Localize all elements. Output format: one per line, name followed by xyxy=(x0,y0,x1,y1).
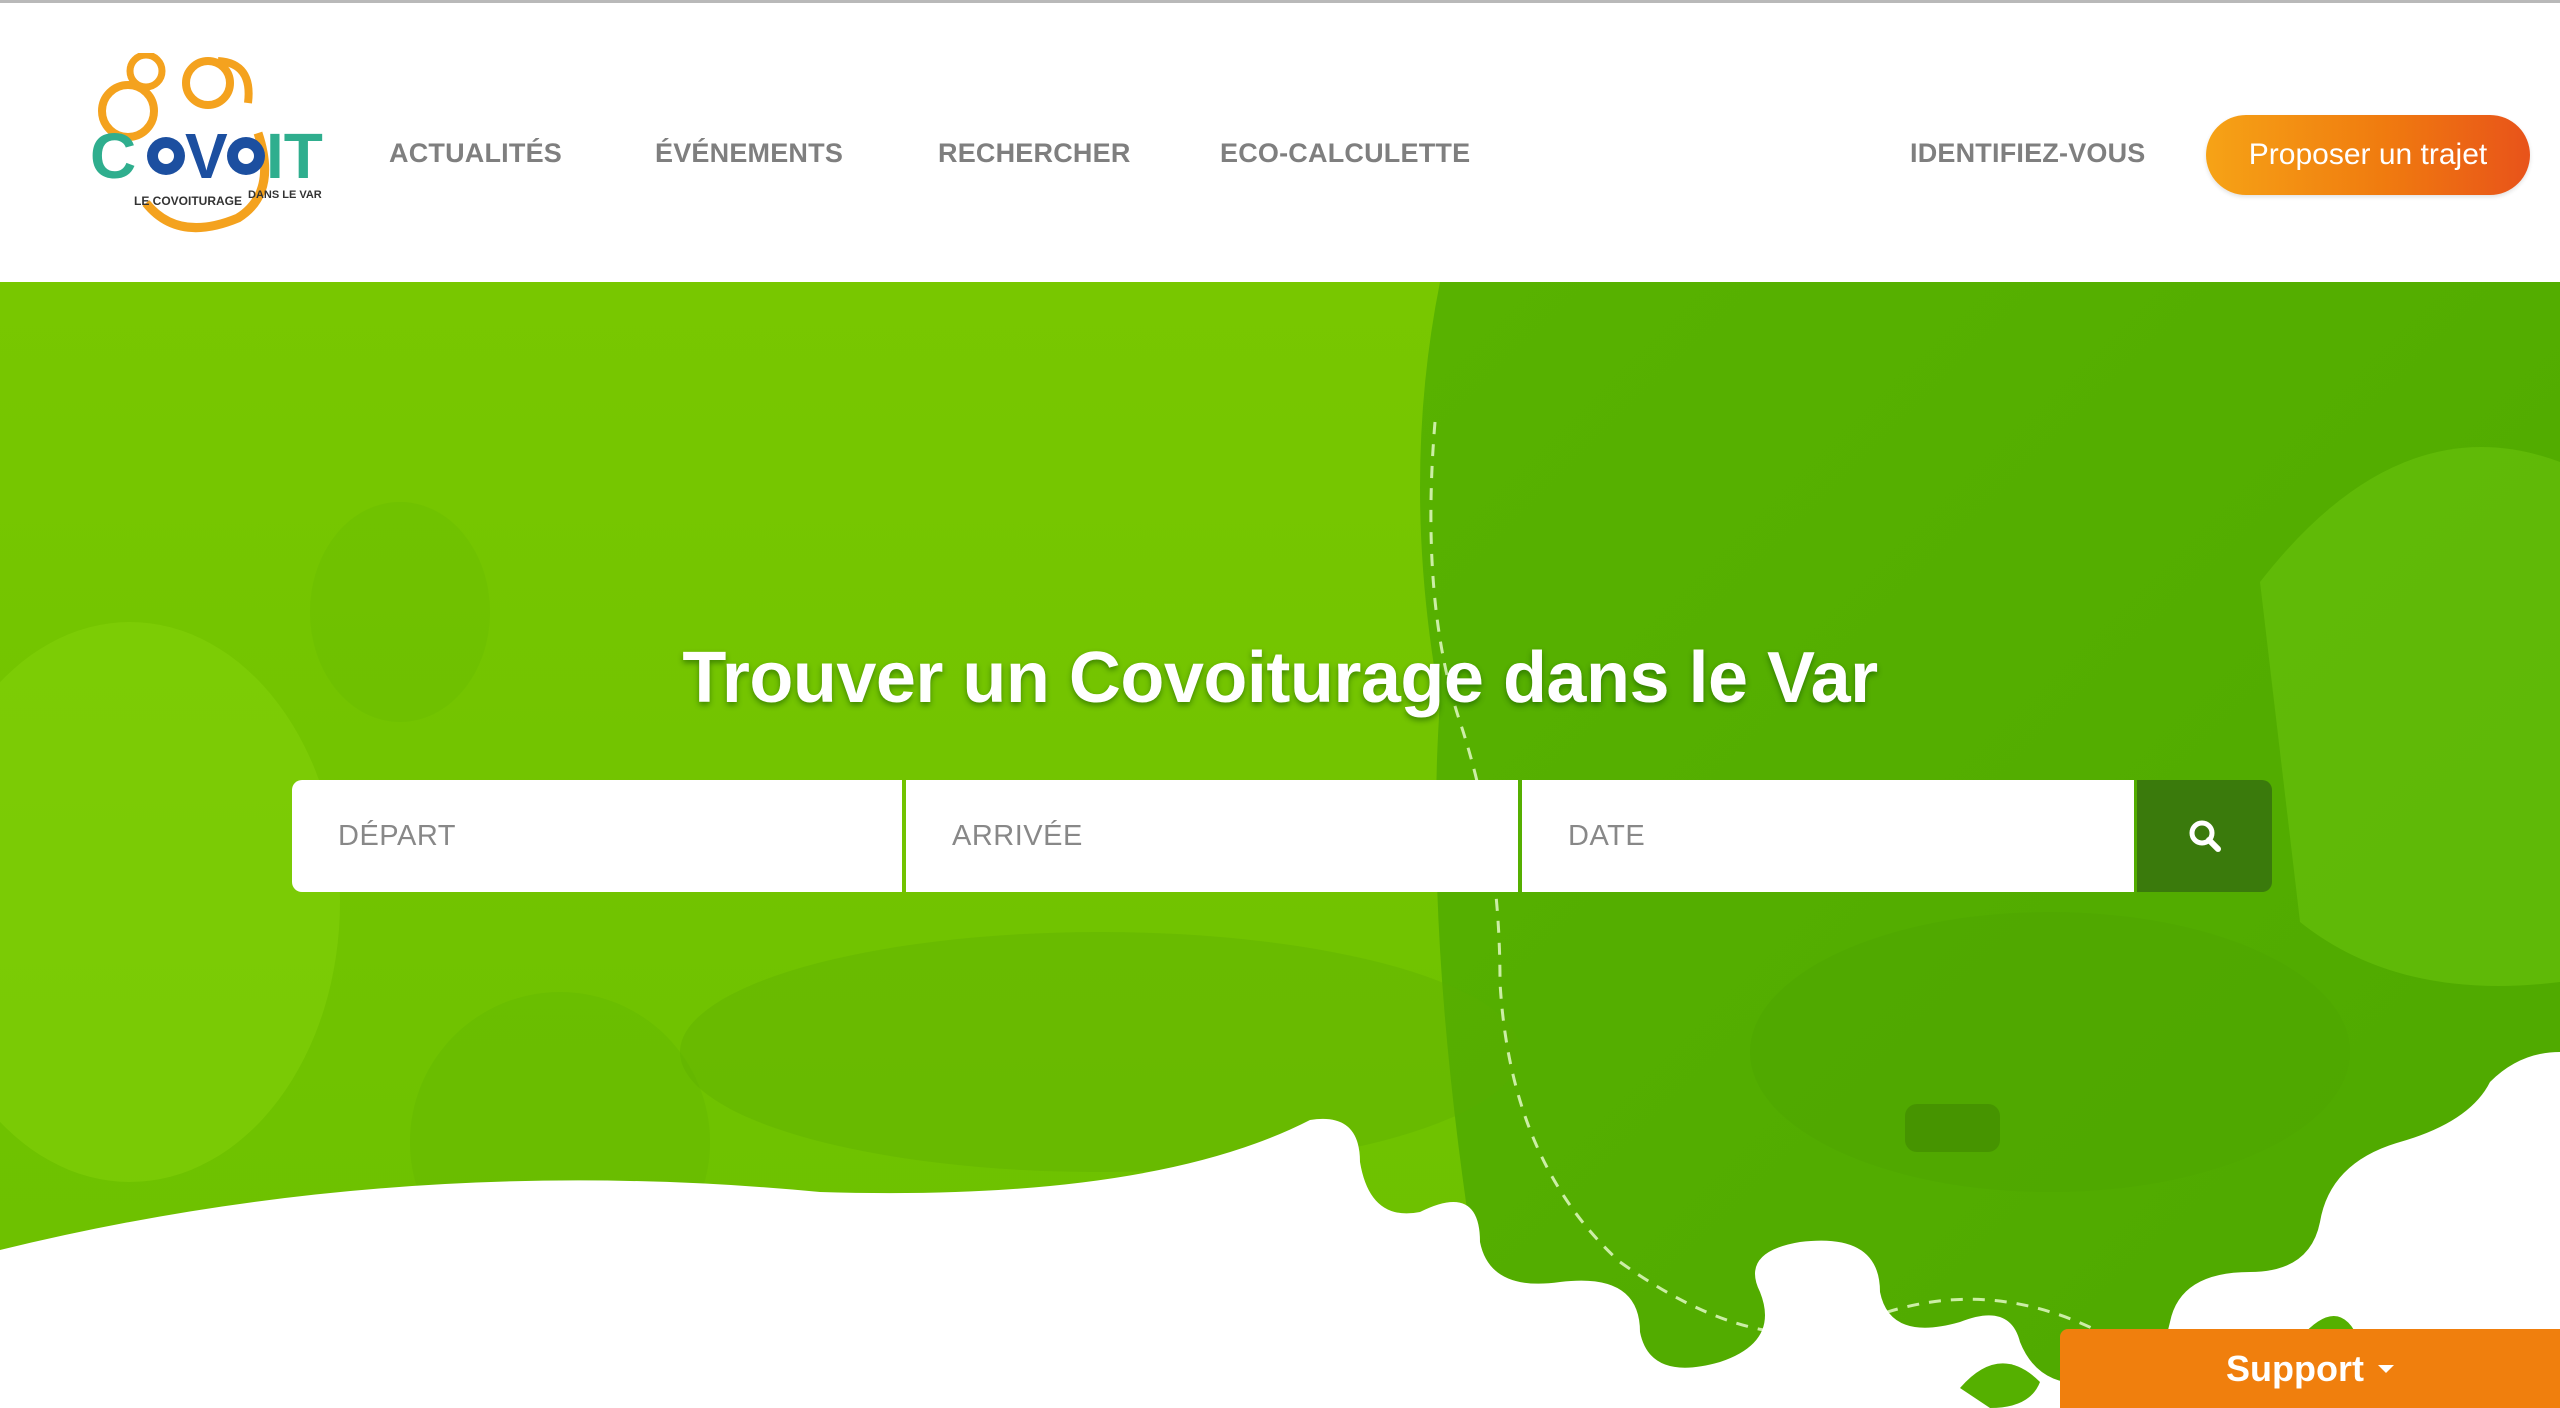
chevron-down-icon xyxy=(2377,1364,2394,1373)
nav-evenements[interactable]: ÉVÉNEMENTS xyxy=(655,138,843,169)
hero-banner: Trouver un Covoiturage dans le Var DÉPAR… xyxy=(0,282,2560,1408)
svg-text:DANS LE VAR: DANS LE VAR xyxy=(248,189,322,201)
search-icon xyxy=(2189,820,2221,852)
date-input[interactable]: DATE xyxy=(1522,780,2134,892)
nav-actualites[interactable]: ACTUALITÉS xyxy=(389,138,562,169)
login-link[interactable]: IDENTIFIEZ-VOUS xyxy=(1910,138,2146,169)
site-header: C V IT LE COVOITURAGE DANS LE VAR ACTUAL… xyxy=(0,3,2560,282)
nav-eco-calculette[interactable]: ECO-CALCULETTE xyxy=(1220,138,1470,169)
support-button[interactable]: Support xyxy=(2060,1329,2560,1408)
departure-input[interactable]: DÉPART xyxy=(292,780,902,892)
arrival-input[interactable]: ARRIVÉE xyxy=(906,780,1518,892)
svg-text:LE COVOITURAGE: LE COVOITURAGE xyxy=(134,194,242,208)
svg-text:C: C xyxy=(90,120,136,192)
search-bar: DÉPART ARRIVÉE DATE xyxy=(292,780,2272,892)
covoit-logo-icon: C V IT LE COVOITURAGE DANS LE VAR xyxy=(90,53,323,233)
search-button[interactable] xyxy=(2137,780,2272,892)
hero-title: Trouver un Covoiturage dans le Var xyxy=(682,638,1878,718)
site-logo[interactable]: C V IT LE COVOITURAGE DANS LE VAR xyxy=(88,53,338,243)
svg-text:V: V xyxy=(185,120,228,192)
svg-text:IT: IT xyxy=(266,120,323,192)
nav-rechercher[interactable]: RECHERCHER xyxy=(938,138,1131,169)
propose-trip-button[interactable]: Proposer un trajet xyxy=(2206,115,2530,195)
support-label: Support xyxy=(2226,1347,2364,1389)
